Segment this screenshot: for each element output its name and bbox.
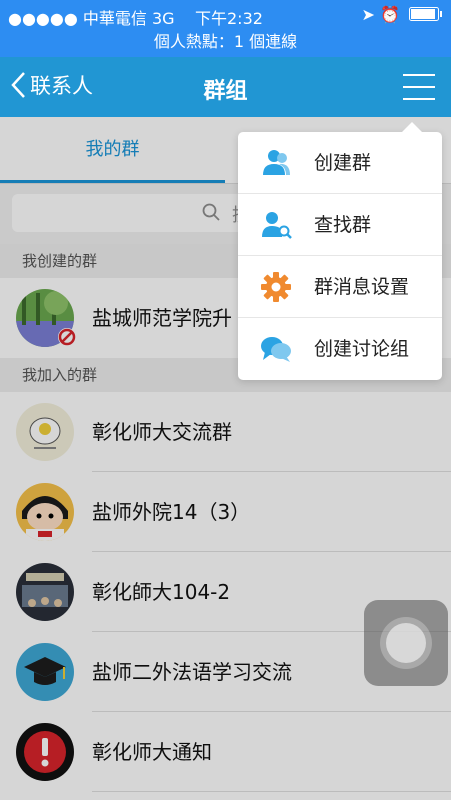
- assistive-touch-button[interactable]: [364, 600, 448, 686]
- battery-icon: [409, 7, 442, 21]
- menu-button[interactable]: [403, 74, 435, 100]
- menu-item-label: 创建群: [314, 152, 372, 174]
- group-menu-dropdown: 创建群 查找群 群消息设置 创建讨论组: [238, 122, 442, 380]
- menu-item-create-group[interactable]: 创建群: [238, 132, 442, 194]
- discussion-icon: [261, 337, 291, 362]
- menu-item-group-msg-settings[interactable]: 群消息设置: [238, 256, 442, 318]
- menu-item-label: 群消息设置: [314, 276, 410, 298]
- find-group-icon: [262, 212, 292, 239]
- carrier-label: ●●●●● 中華電信 3G: [8, 9, 175, 28]
- status-icons: ➤ ⏰: [361, 5, 443, 24]
- menu-item-label: 查找群: [314, 214, 372, 236]
- hotspot-banner[interactable]: 個人熱點：1 個連線: [0, 30, 451, 57]
- clock: 下午2:32: [195, 9, 263, 28]
- assistive-touch-dot: [386, 623, 426, 663]
- gear-icon: [261, 272, 291, 302]
- dropdown-arrow: [402, 122, 422, 132]
- chevron-left-icon: [11, 72, 25, 98]
- menu-item-find-group[interactable]: 查找群: [238, 194, 442, 256]
- menu-item-create-discussion[interactable]: 创建讨论组: [238, 318, 442, 380]
- nav-bar: 联系人 群组: [0, 57, 451, 117]
- back-button[interactable]: 联系人: [10, 70, 93, 100]
- location-alarm-icons: ➤ ⏰: [361, 5, 400, 24]
- menu-item-label: 创建讨论组: [314, 338, 410, 360]
- create-group-icon: [263, 150, 290, 175]
- back-label: 联系人: [30, 74, 93, 98]
- hamburger-icon: [403, 74, 435, 76]
- status-bar: ●●●●● 中華電信 3G 下午2:32 ➤ ⏰: [0, 0, 451, 30]
